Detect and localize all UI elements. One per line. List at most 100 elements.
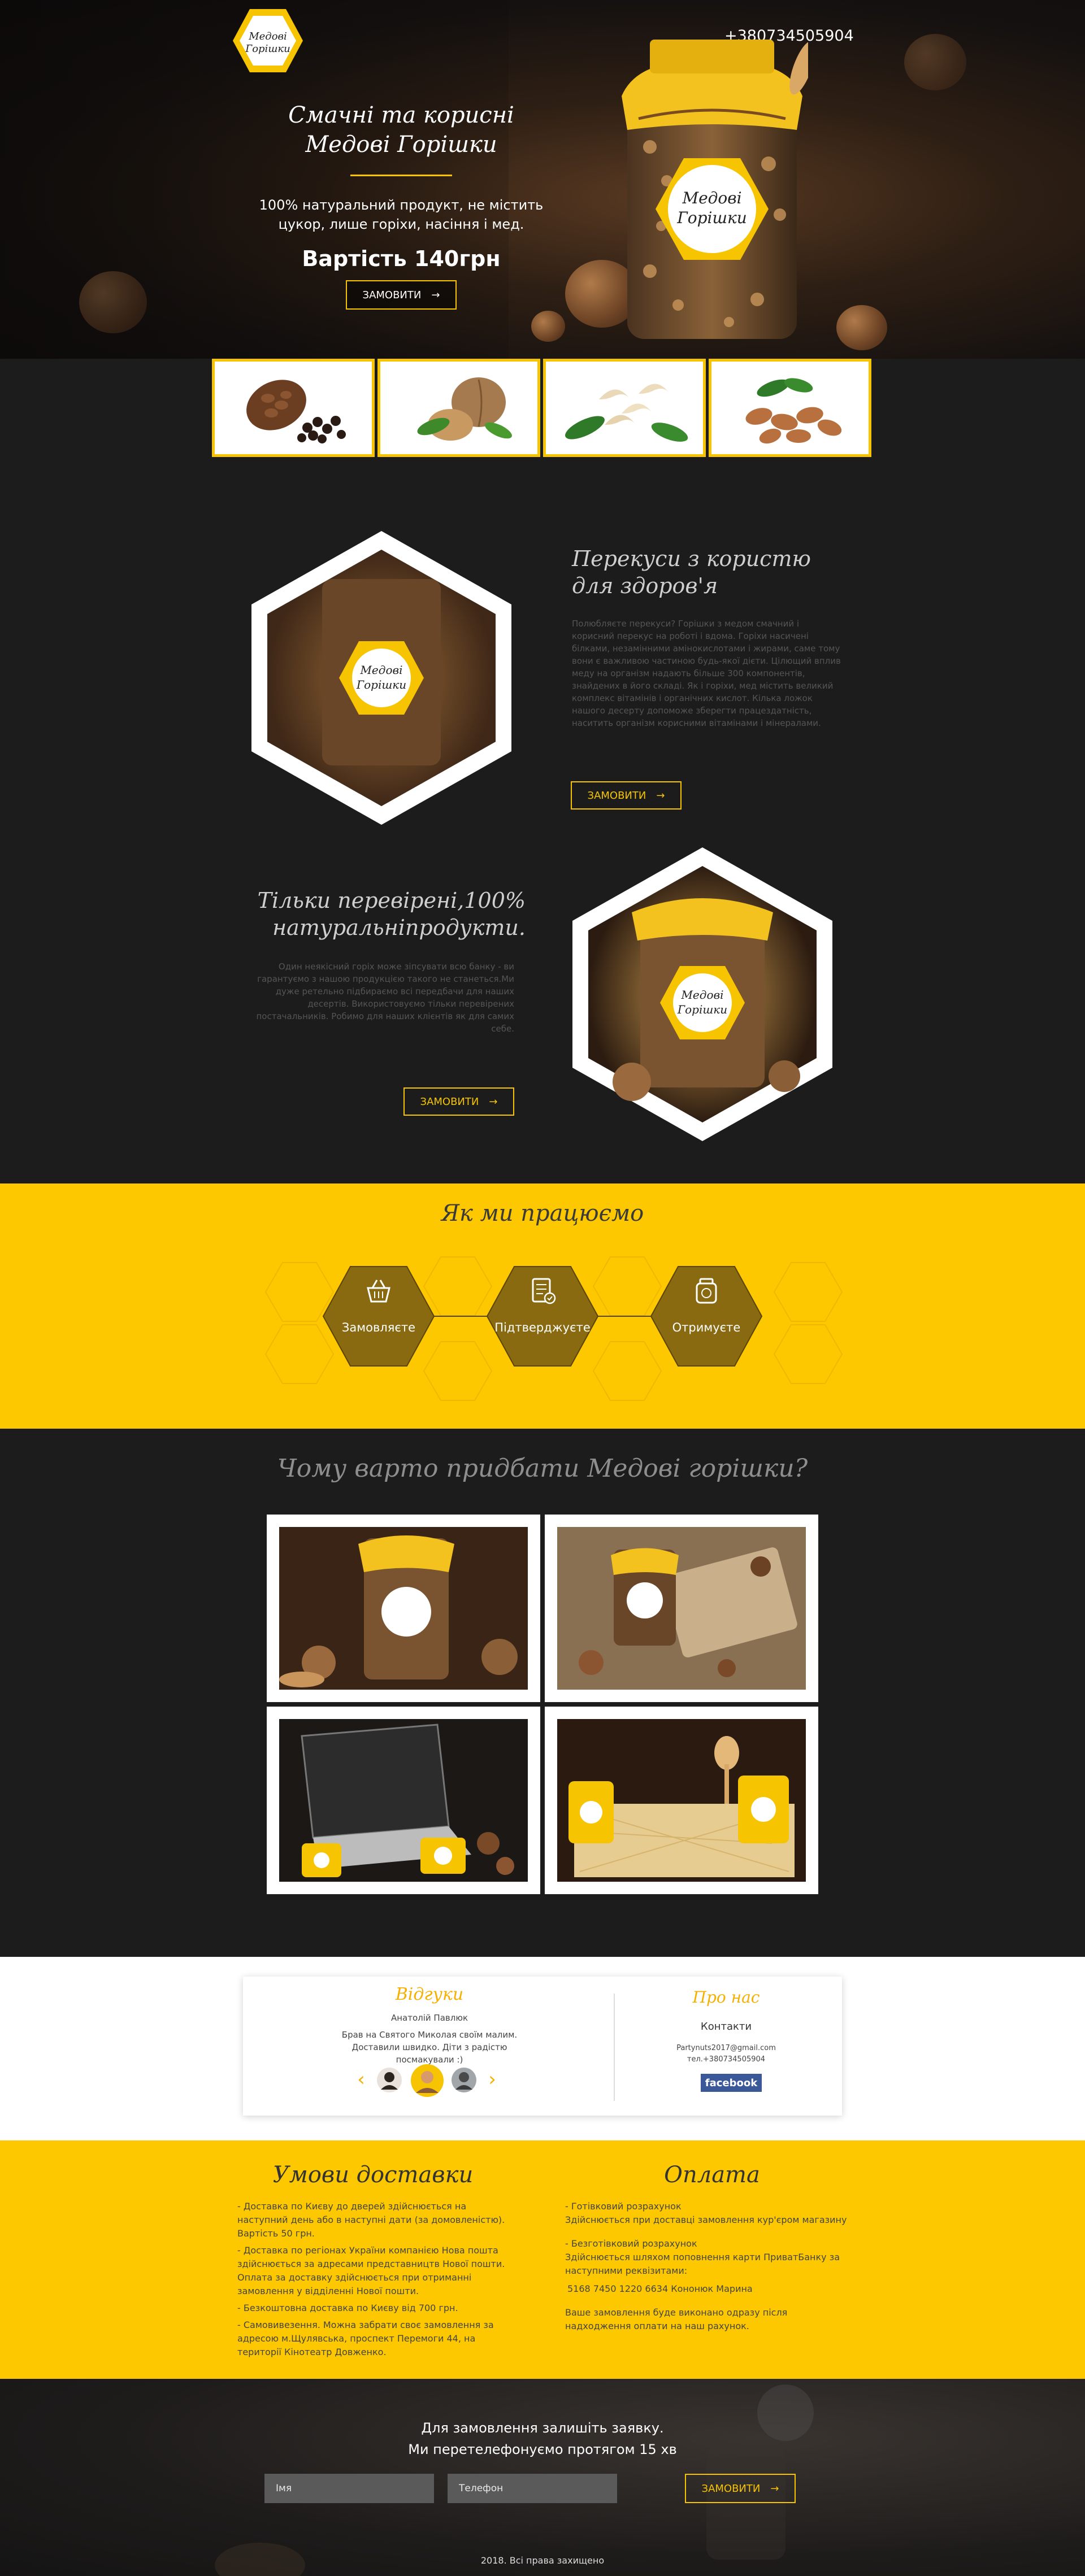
logo[interactable]: Медові Горішки — [232, 8, 304, 73]
contacts-label: Контакти — [700, 2021, 752, 2033]
delivery-item: - Доставка по Києву до дверей здійснюєть… — [237, 2201, 505, 2239]
footer-cta: Для замовлення залишіть заявку. Ми перет… — [0, 2417, 1085, 2460]
checklist-icon — [532, 1278, 556, 1304]
arrow-right-icon: → — [431, 289, 440, 301]
payment-title: Оплата — [664, 2162, 760, 2188]
review-next-button[interactable]: › — [484, 2068, 501, 2091]
step-order: Замовляєте — [322, 1265, 435, 1367]
basket-icon — [367, 1280, 390, 1303]
feature1-order-button-label: ЗАМОВИТИ — [587, 789, 646, 802]
about-title: Про нас — [692, 1988, 760, 2007]
footer-cta-line1: Для замовлення залишіть заявку. — [421, 2420, 664, 2436]
feature1-jar-label-2: Горішки — [356, 678, 406, 691]
review-author: Анатолій Павлюк — [390, 2013, 468, 2023]
feature1-image: Медові Горішки — [251, 531, 511, 825]
feature2-title-line2: натуральніпродукти. — [272, 915, 526, 940]
hero-price: Вартість 140грн — [302, 246, 501, 271]
delivery-title: Умови доставки — [272, 2162, 474, 2188]
gift-box-photo — [557, 1719, 806, 1882]
footer-section: Для замовлення залишіть заявку. Ми перет… — [0, 2379, 1085, 2576]
payment-cash-title: - Готівковий розрахунок — [565, 2201, 682, 2212]
terms-section: Умови доставки - Доставка по Києву до дв… — [0, 2140, 1085, 2379]
step-receive: Отримуєте — [650, 1265, 763, 1367]
feature2-text: Один неякісний горіх може зіпсувати всю … — [256, 961, 514, 1034]
facebook-link[interactable]: facebook — [701, 2074, 762, 2092]
delivery-item: - Доставка по регіонах України компанією… — [237, 2245, 505, 2296]
feature1-title-line2: для здоров'я — [572, 573, 718, 598]
walnut-decoration — [836, 305, 887, 350]
email-link[interactable]: Partynuts2017@gmail.com — [633, 2042, 819, 2055]
jar-label-2: Горішки — [676, 208, 747, 227]
jar-with-nuts-photo — [279, 1527, 528, 1690]
why-title: Чому варто придбати Медові горішки? — [277, 1454, 808, 1483]
logo-text-1: Медові — [248, 31, 287, 42]
step-confirm-label: Підтверджуєте — [494, 1321, 591, 1334]
footer-cta-line2: Ми перетелефонуємо протягом 15 хв — [408, 2442, 677, 2457]
how-we-work-section: Як ми працюємо Замовляєте Підтверджуєте — [0, 1183, 1085, 1429]
laptop-with-jars-photo — [279, 1719, 528, 1882]
reviews-title: Відгуки — [395, 1985, 464, 2004]
contact-phone-link[interactable]: тел.+380734505904 — [633, 2053, 819, 2066]
submit-order-button[interactable]: ЗАМОВИТИ → — [685, 2474, 796, 2503]
feature2-image: Медові Горішки — [572, 847, 832, 1141]
review-prev-button[interactable]: ‹ — [353, 2068, 370, 2091]
feature2-order-button-label: ЗАМОВИТИ — [420, 1095, 479, 1108]
divider — [614, 1994, 615, 2101]
review-text: Брав на Святого Миколая своїм малим. Дос… — [341, 2030, 518, 2065]
gallery-photo[interactable] — [267, 1515, 540, 1702]
feature1-jar-label-1: Медові — [359, 663, 402, 677]
hero-section: Медові Горішки +380734505904 Смачні та к… — [0, 0, 1085, 359]
arrow-right-icon: → — [656, 789, 665, 802]
avatar[interactable] — [410, 2064, 444, 2098]
gallery-photo[interactable] — [545, 1707, 818, 1894]
feature2-title-line1: Тільки перевірені,100% — [257, 888, 526, 913]
delivery-item: - Безкоштовна доставка по Києву від 700 … — [237, 2303, 458, 2313]
delivery-item: - Самовивезення. Можна забрати своє замо… — [237, 2320, 494, 2357]
features-section: Медові Горішки Перекуси з користю для зд… — [0, 460, 1085, 1183]
feature2-title: Тільки перевірені,100% натуральніпродукт… — [215, 887, 526, 941]
step-receive-label: Отримуєте — [672, 1321, 741, 1334]
jar-label-1: Медові — [682, 189, 741, 207]
copyright: 2018. Всі права захищено — [480, 2555, 605, 2566]
arrow-right-icon: → — [489, 1095, 498, 1108]
jar-icon — [696, 1278, 717, 1304]
how-title: Як ми працюємо — [441, 1200, 644, 1226]
hero-title: Смачні та корисні Медові Горішки — [249, 101, 554, 159]
delivery-list: - Доставка по Києву до дверей здійснюєть… — [237, 2200, 514, 2359]
gallery-photo[interactable] — [267, 1707, 540, 1894]
payment-cash-text: Здійснюється при доставці замовлення кур… — [565, 2214, 847, 2225]
reviews-box: Відгуки Анатолій Павлюк Брав на Святого … — [243, 1977, 842, 2116]
hero-description: 100% натуральний продукт, не містить цук… — [259, 197, 544, 232]
payment-card-number: 5168 7450 1220 6634 Кононюк Марина — [567, 2283, 753, 2294]
nut-strip — [0, 359, 1085, 460]
phone-input[interactable] — [448, 2474, 617, 2503]
feature2-order-button[interactable]: ЗАМОВИТИ → — [403, 1087, 514, 1116]
walnuts-image — [417, 377, 512, 441]
avatar[interactable] — [451, 2067, 477, 2093]
hero-title-line2: Медові Горішки — [305, 132, 497, 158]
nut-card-almond — [709, 359, 871, 457]
feature2-jar-label-2: Горішки — [677, 1003, 727, 1016]
pine-nuts-image — [246, 380, 346, 443]
submit-order-button-label: ЗАМОВИТИ — [701, 2482, 761, 2495]
nut-card-pine — [212, 359, 375, 457]
almonds-image — [745, 378, 842, 444]
feature1-text: Полюбляєте перекуси? Горішки з медом сма… — [572, 619, 841, 728]
feature2-jar-label-1: Медові — [680, 988, 723, 1002]
reviews-section: Відгуки Анатолій Павлюк Брав на Святого … — [0, 1957, 1085, 2140]
payment-card-text: Здійснюється шляхом поповнення карти При… — [565, 2252, 840, 2276]
feature1-title-line1: Перекуси з користю — [572, 546, 811, 571]
avatar[interactable] — [376, 2067, 402, 2093]
payment-note: Ваше замовлення буде виконано одразу піс… — [565, 2307, 788, 2331]
walnut-decoration — [904, 34, 966, 90]
arrow-right-icon: → — [770, 2482, 779, 2495]
hero-order-button[interactable]: ЗАМОВИТИ → — [346, 280, 457, 310]
name-input[interactable] — [264, 2474, 434, 2503]
gallery-photo[interactable] — [545, 1515, 818, 1702]
feature1-order-button[interactable]: ЗАМОВИТИ → — [571, 781, 682, 810]
walnut-decoration — [531, 311, 565, 342]
walnut-decoration — [79, 271, 147, 333]
payment-block: - Готівковий розрахунок Здійснюється при… — [565, 2200, 848, 2333]
why-section: Чому варто придбати Медові горішки? — [0, 1429, 1085, 1957]
hero-order-button-label: ЗАМОВИТИ — [362, 289, 422, 301]
